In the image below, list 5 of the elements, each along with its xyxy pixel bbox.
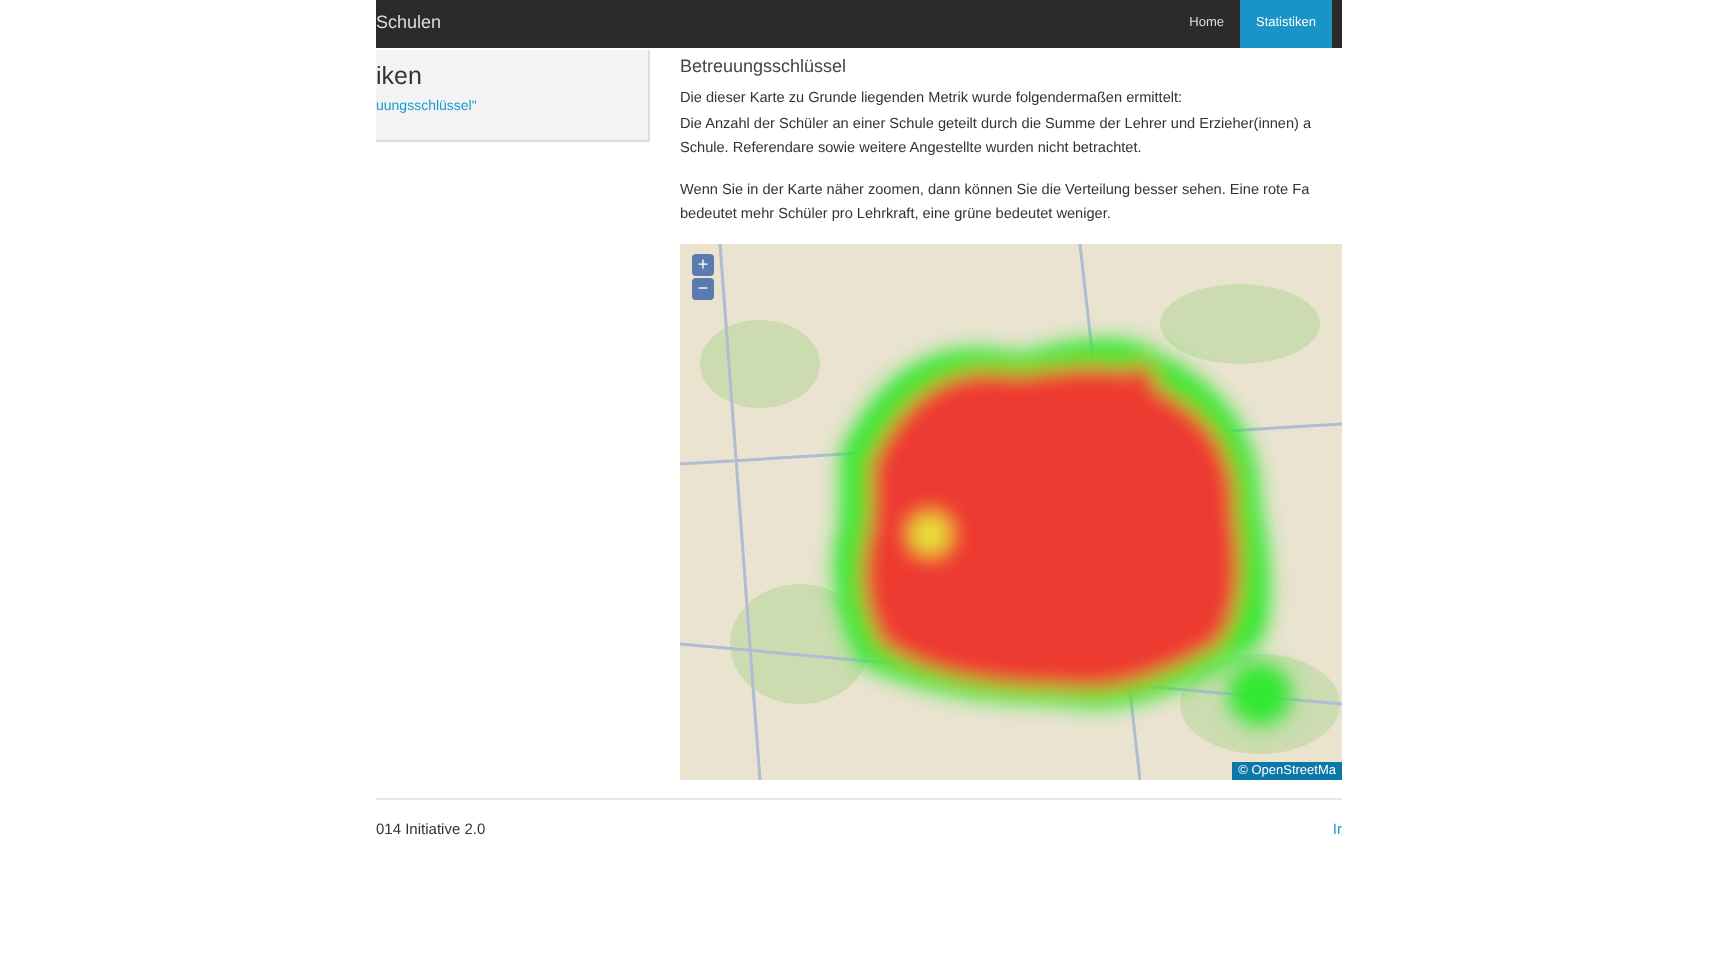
zoom-in-button[interactable]: + xyxy=(692,253,714,275)
section-heading: Betreuungsschlüssel xyxy=(680,54,849,78)
sidebar-title: iken xyxy=(376,62,424,92)
brand-link[interactable]: Schulen xyxy=(376,10,442,38)
zoom-out-button[interactable]: − xyxy=(692,277,714,299)
